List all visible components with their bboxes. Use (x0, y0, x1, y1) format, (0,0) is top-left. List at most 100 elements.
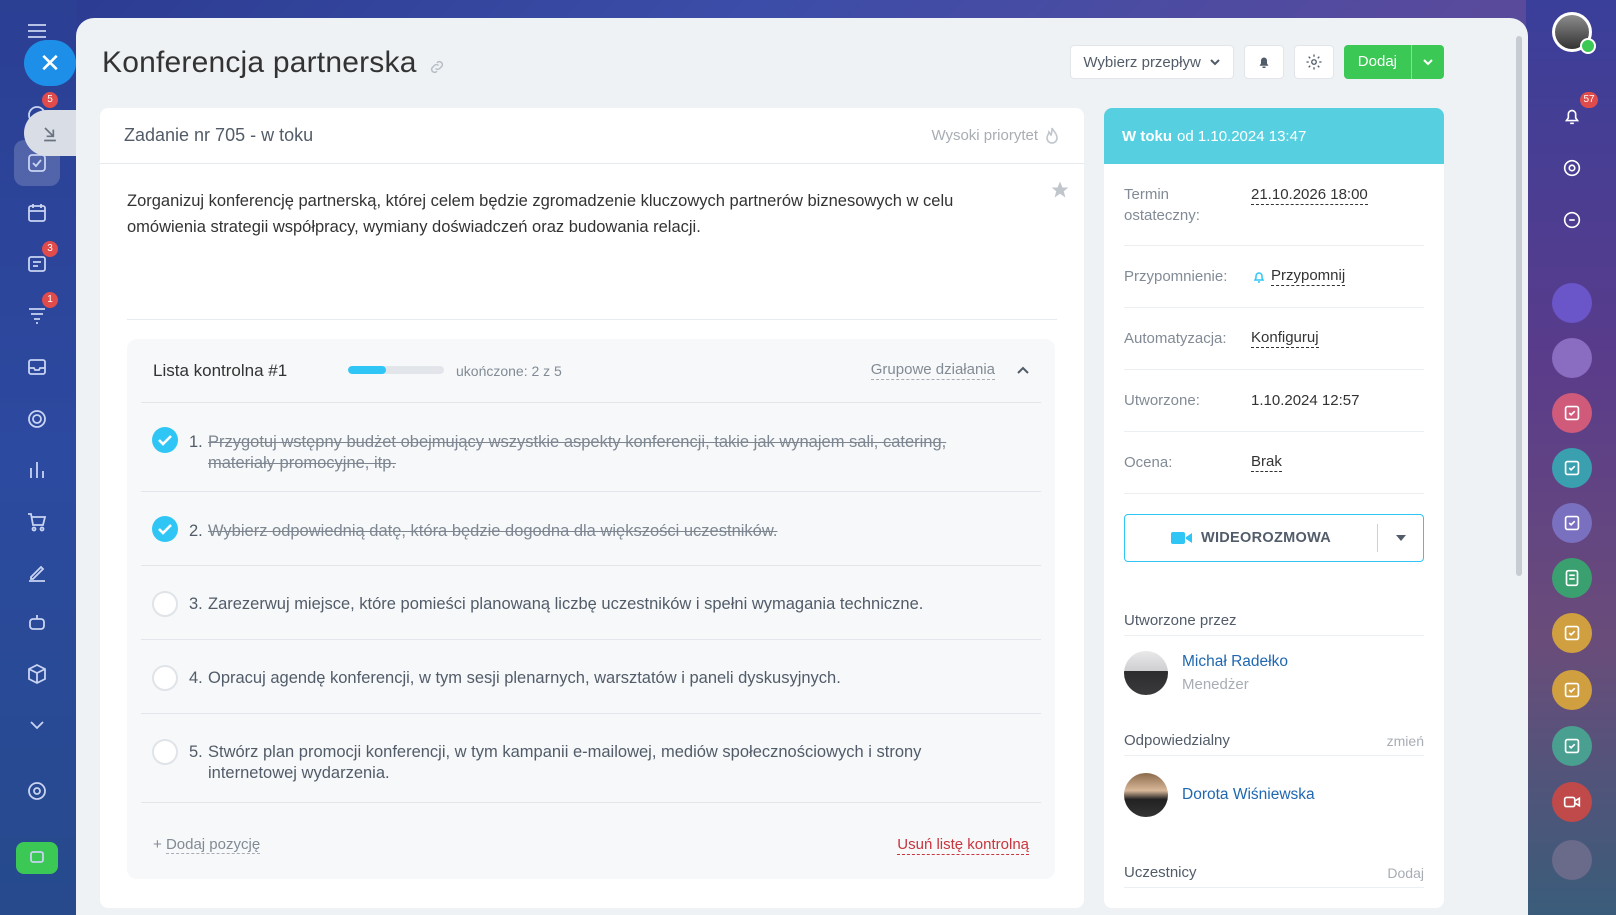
doc-chat-item[interactable] (1552, 558, 1592, 598)
checklist-footer: + Dodaj pozycję Usuń listę kontrolną (153, 836, 1029, 855)
avatar[interactable] (1124, 651, 1168, 695)
contact-avatar[interactable] (1552, 283, 1592, 323)
task-chat-item[interactable] (1552, 613, 1592, 653)
chevron-down-icon (1210, 59, 1220, 66)
bell-button[interactable] (1243, 45, 1284, 79)
group-actions-link[interactable]: Grupowe działania (870, 361, 995, 380)
contact-avatar[interactable] (1552, 840, 1592, 880)
notifications-badge: 57 (1580, 92, 1598, 108)
add-item-link[interactable]: + Dodaj pozycję (153, 836, 261, 855)
chevron-down-icon[interactable] (22, 710, 52, 740)
close-slider-button[interactable]: ✕ (24, 40, 76, 86)
page-title: Konferencja partnerska (102, 46, 417, 79)
notifications-icon[interactable]: 57 (1552, 92, 1598, 136)
reminder-label: Przypomnienie: (1124, 268, 1228, 285)
task-card: Zadanie nr 705 - w toku Wysoki priorytet… (100, 108, 1084, 908)
task-info-card: W toku od 1.10.2024 13:47 Termin ostatecz… (1104, 108, 1444, 908)
favorite-star-icon[interactable] (1050, 180, 1070, 200)
analytics-icon[interactable] (22, 455, 52, 485)
bell-icon (1259, 57, 1269, 68)
automation-link[interactable]: Konfiguruj (1251, 329, 1319, 348)
right-sidebar: 57 (1526, 0, 1616, 915)
add-item-label: Dodaj pozycję (165, 836, 261, 854)
add-button-label: Dodaj (1344, 45, 1412, 79)
task-chat-item[interactable] (1552, 393, 1592, 433)
add-item-prefix: + (153, 836, 162, 853)
task-number-status: Zadanie nr 705 - w toku (124, 125, 314, 145)
play-icon (1580, 38, 1596, 54)
flow-select[interactable]: Wybierz przepływ (1070, 45, 1234, 79)
video-chat-item[interactable] (1552, 782, 1592, 822)
task-chat-item[interactable] (1552, 448, 1592, 488)
sign-icon[interactable] (22, 558, 52, 588)
rating-link[interactable]: Brak (1251, 453, 1282, 472)
checklist-progress-bar (348, 366, 444, 374)
checked-circle-icon[interactable] (152, 427, 178, 453)
contact-avatar[interactable] (1552, 338, 1592, 378)
reminder-link[interactable]: Przypomnij (1251, 267, 1346, 286)
video-call-button[interactable]: WIDEOROZMOWA (1124, 514, 1424, 562)
checklist-title: Lista kontrolna #1 (153, 360, 288, 380)
video-call-dropdown[interactable] (1377, 524, 1423, 552)
checklist-item[interactable]: 1. Przygotuj wstępny budżet obejmujący ws… (141, 403, 1041, 492)
remove-checklist-link[interactable]: Usuń listę kontrolną (897, 836, 1029, 855)
creator-name[interactable]: Michał Radełko (1182, 653, 1288, 671)
unchecked-circle-icon[interactable] (152, 739, 178, 765)
deadline-label: Termin ostateczny: (1124, 185, 1200, 224)
checklist-item[interactable]: 2. Wybierz odpowiednią datę, która będzie… (141, 492, 1041, 566)
robot-icon[interactable] (22, 608, 52, 638)
search-icon[interactable] (1552, 148, 1592, 188)
checklist-item[interactable]: 3. Zarezerwuj miejsce, które pomieści pla… (141, 566, 1041, 640)
feed-badge: 5 (42, 92, 58, 108)
user-avatar[interactable] (1552, 12, 1596, 54)
responsible-name[interactable]: Dorota Wiśniewska (1182, 786, 1315, 804)
crm-icon[interactable]: 3 (22, 241, 58, 279)
creator-role: Menedżer (1182, 676, 1249, 693)
chevron-up-icon[interactable] (1015, 363, 1031, 379)
copy-link-icon[interactable] (428, 58, 446, 76)
task-chat-item[interactable] (1552, 503, 1592, 543)
bell-icon (1253, 271, 1265, 283)
video-call-label: WIDEOROZMOWA (1200, 530, 1332, 546)
cart-icon[interactable] (22, 507, 52, 537)
task-chat-item[interactable] (1552, 670, 1592, 710)
add-participant-link[interactable]: Dodaj (1387, 865, 1424, 881)
close-icon: ✕ (39, 47, 61, 78)
task-chat-item[interactable] (1552, 726, 1592, 766)
settings-icon[interactable] (22, 776, 52, 806)
avatar[interactable] (1124, 773, 1168, 817)
add-button[interactable]: Dodaj (1343, 45, 1444, 79)
minimize-slider-button[interactable] (24, 110, 76, 156)
participants-label: Uczestnicy (1124, 864, 1197, 881)
reminder-row: Przypomnienie: Przypomnij (1124, 246, 1424, 308)
target-icon[interactable] (22, 404, 52, 434)
unchecked-circle-icon[interactable] (152, 665, 178, 691)
chat-icon[interactable] (1552, 200, 1592, 240)
deadline-value[interactable]: 21.10.2026 18:00 (1251, 186, 1368, 205)
unchecked-circle-icon[interactable] (152, 591, 178, 617)
minimize-icon (44, 127, 56, 142)
settings-button[interactable] (1293, 45, 1334, 79)
created-row: Utworzone: 1.10.2024 12:57 (1124, 370, 1424, 432)
checklist-item[interactable]: 4. Opracuj agendę konferencji, w tym sesj… (141, 640, 1041, 714)
checklist-item-text: 4. Opracuj agendę konferencji, w tym sesj… (189, 669, 841, 687)
checked-circle-icon[interactable] (152, 516, 178, 542)
caret-down-icon (1395, 535, 1406, 541)
task-slider-panel: Konferencja partnerska Wybierz przepływ … (76, 18, 1528, 915)
add-dropdown-toggle[interactable] (1412, 56, 1444, 68)
participants-header: Uczestnicy Dodaj (1124, 858, 1424, 888)
task-header: Zadanie nr 705 - w toku Wysoki priorytet (100, 108, 1084, 164)
inbox-icon[interactable] (22, 352, 52, 382)
rating-row: Ocena: Brak (1124, 432, 1424, 494)
box-icon[interactable] (22, 659, 52, 689)
priority-toggle[interactable]: Wysoki priorytet (931, 127, 1060, 145)
scrollbar[interactable] (1516, 36, 1522, 576)
calendar-icon[interactable] (22, 198, 52, 228)
chevron-down-icon (1423, 59, 1433, 66)
video-call-main[interactable]: WIDEOROZMOWA (1125, 530, 1377, 546)
funnel-icon[interactable]: 1 (22, 292, 58, 330)
change-responsible-link[interactable]: zmień (1387, 733, 1424, 749)
checklist-item[interactable]: 5. Stwórz plan promocji konferencji, w ty… (141, 714, 1041, 803)
chat-app-icon[interactable] (16, 842, 58, 874)
checklist-progress-fill (348, 366, 387, 374)
